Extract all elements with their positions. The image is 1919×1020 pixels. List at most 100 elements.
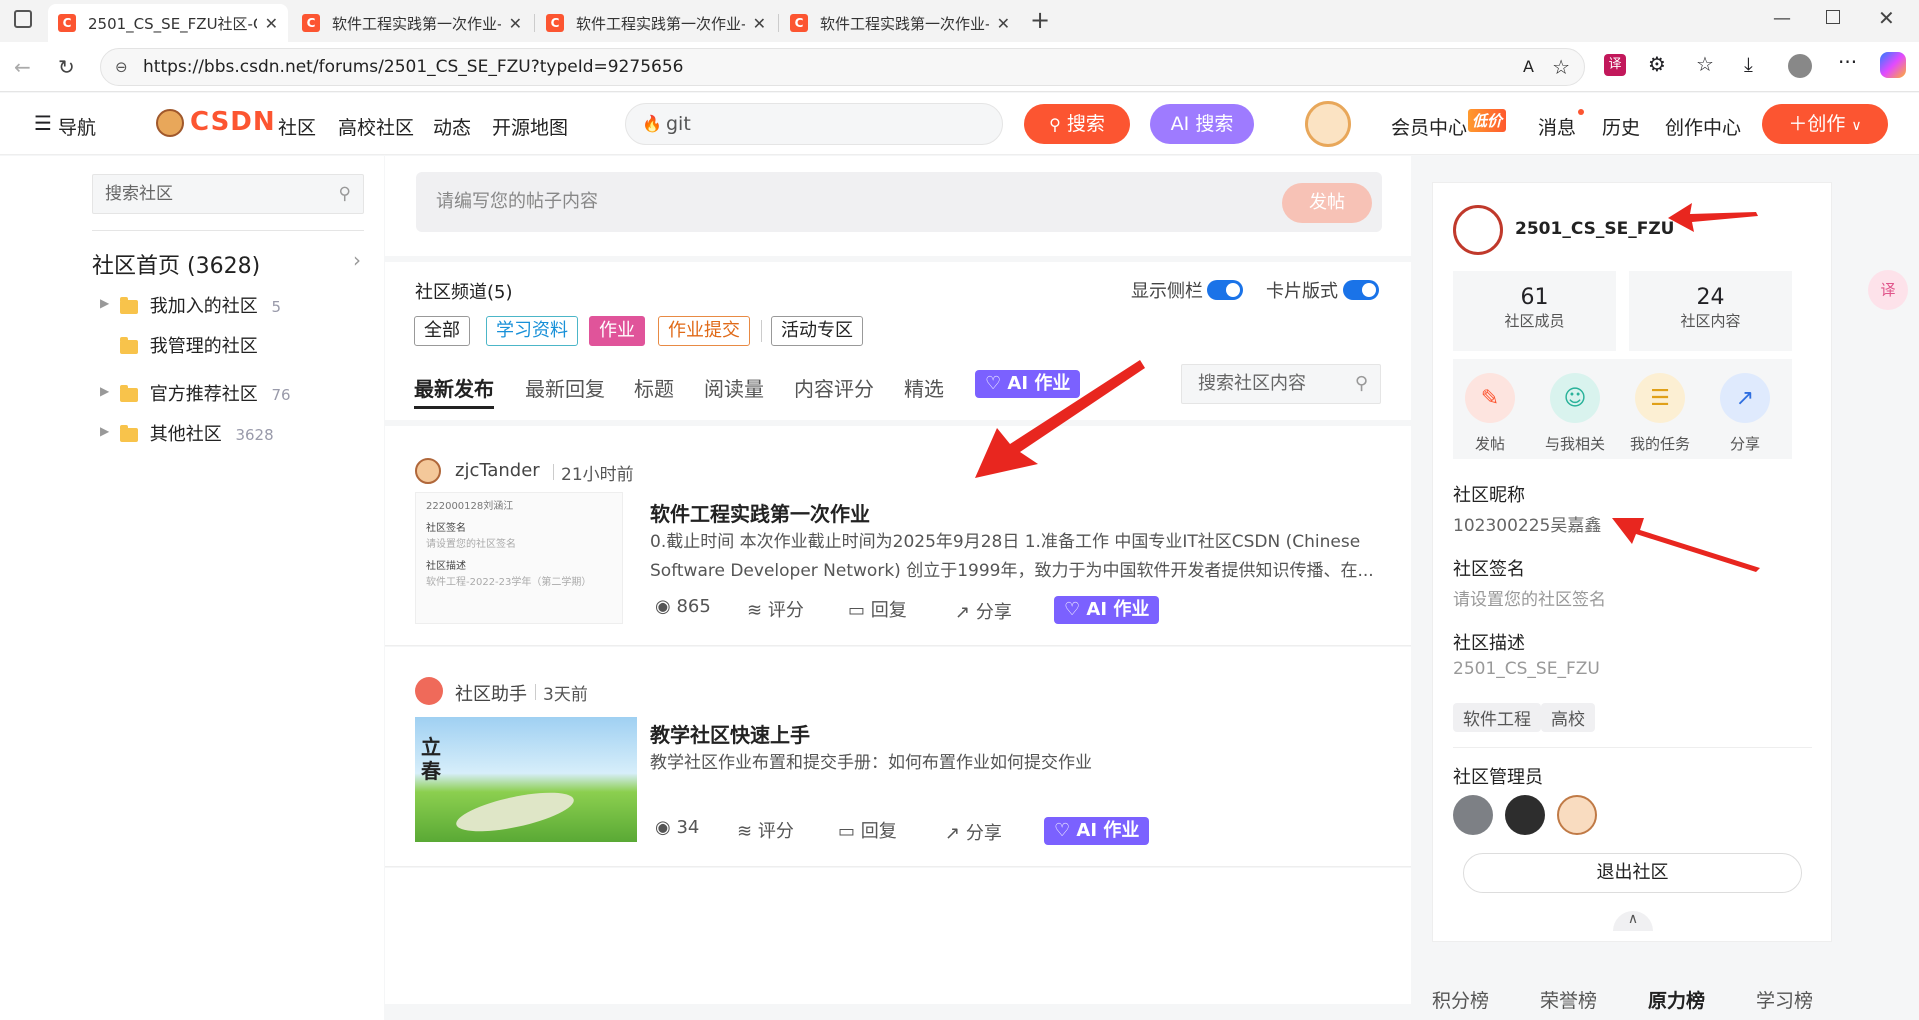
card-view-toggle[interactable]	[1343, 280, 1379, 300]
messages-link[interactable]: 消息	[1538, 113, 1576, 140]
close-tab-icon[interactable]: ✕	[753, 14, 766, 33]
admin-avatar[interactable]	[1453, 795, 1493, 835]
share-button[interactable]: ↗ 分享	[955, 598, 1012, 624]
create-button[interactable]: ＋创作 ∨	[1762, 104, 1888, 144]
post-title[interactable]: 教学社区快速上手	[650, 719, 810, 748]
tab-points-rank[interactable]: 积分榜	[1432, 986, 1489, 1013]
expand-arrow-icon[interactable]: ▶	[100, 384, 109, 398]
chevron-right-icon[interactable]: ›	[353, 248, 361, 272]
channel-tag-activity[interactable]: 活动专区	[771, 316, 863, 346]
profile-icon[interactable]	[1788, 54, 1812, 78]
rate-button[interactable]: ≋ 评分	[747, 596, 804, 622]
nav-link-dynamic[interactable]: 动态	[433, 113, 471, 140]
floating-translate-icon[interactable]: 译	[1868, 270, 1908, 310]
favorites-icon[interactable]: ☆	[1696, 52, 1714, 76]
more-menu-icon[interactable]: ···	[1838, 50, 1857, 74]
community-search-input[interactable]: 搜索社区 ⚲	[92, 174, 364, 214]
post-action-label[interactable]: 发帖	[1445, 433, 1535, 454]
nav-label[interactable]: 导航	[58, 113, 96, 140]
author-avatar[interactable]	[415, 458, 441, 484]
nav-link-community[interactable]: 社区	[278, 113, 316, 140]
post-title[interactable]: 软件工程实践第一次作业	[650, 498, 870, 527]
ai-homework-button[interactable]: ♡ AI 作业	[1044, 817, 1150, 845]
post-thumbnail[interactable]: 222000128刘涵江 社区签名 请设置您的社区签名 社区描述 软件工程-20…	[415, 492, 623, 624]
sort-tab-title[interactable]: 标题	[634, 373, 674, 402]
sort-tab-rating[interactable]: 内容评分	[794, 373, 874, 402]
share-button[interactable]: ↗ 分享	[945, 819, 1002, 845]
url-field[interactable]: ⊖ https://bbs.csdn.net/forums/2501_CS_SE…	[100, 48, 1585, 86]
post-content-input[interactable]: 请编写您的帖子内容	[416, 172, 1382, 232]
browser-tab-1[interactable]: C 2501_CS_SE_FZU社区-CSDN社区云 ✕	[48, 4, 288, 42]
csdn-logo[interactable]: CSDN	[190, 107, 276, 137]
post-thumbnail[interactable]: 立春	[415, 717, 637, 842]
extensions-icon[interactable]: ⚙	[1648, 52, 1666, 76]
author-avatar[interactable]	[415, 677, 443, 705]
tasks-action-icon[interactable]: ☰	[1635, 373, 1685, 423]
nav-link-opensource-map[interactable]: 开源地图	[492, 113, 568, 140]
tasks-action-label[interactable]: 我的任务	[1615, 433, 1705, 454]
community-avatar[interactable]	[1453, 205, 1503, 255]
favorite-star-icon[interactable]: ☆	[1552, 49, 1570, 85]
reply-button[interactable]: ▭ 回复	[838, 817, 897, 843]
creator-center-link[interactable]: 创作中心	[1665, 113, 1741, 140]
search-button[interactable]: ⚲ 搜索	[1024, 104, 1130, 144]
user-avatar[interactable]	[1305, 101, 1351, 147]
close-tab-icon[interactable]: ✕	[265, 14, 278, 33]
community-tag-se[interactable]: 软件工程	[1453, 703, 1541, 732]
close-tab-icon[interactable]: ✕	[997, 14, 1010, 33]
related-action-label[interactable]: 与我相关	[1530, 433, 1620, 454]
copilot-icon[interactable]	[1880, 52, 1906, 78]
browser-tab-2[interactable]: C 软件工程实践第一次作业-CSDN社区 ✕	[292, 4, 532, 42]
sidebar-item-managed[interactable]: 我管理的社区	[120, 332, 258, 358]
collapse-chevron-icon[interactable]: ∧	[1613, 911, 1653, 931]
sort-tab-reads[interactable]: 阅读量	[704, 373, 764, 402]
sidebar-item-official[interactable]: 官方推荐社区 76	[120, 380, 291, 406]
sidebar-item-joined[interactable]: 我加入的社区 5	[120, 292, 281, 318]
tab-study-rank[interactable]: 学习榜	[1756, 986, 1813, 1013]
back-icon[interactable]: ←	[14, 55, 31, 79]
new-tab-icon[interactable]: +	[1030, 6, 1050, 34]
member-center-link[interactable]: 会员中心	[1391, 113, 1467, 140]
sidebar-item-other[interactable]: 其他社区 3628	[120, 420, 274, 446]
post-author[interactable]: zjcTander	[455, 460, 540, 481]
members-stat[interactable]: 61 社区成员	[1453, 271, 1616, 351]
close-window-icon[interactable]: ✕	[1878, 6, 1895, 30]
site-info-icon[interactable]: ⊖	[115, 49, 128, 85]
post-card-2[interactable]: 社区助手 3天前 立春 教学社区快速上手 教学社区作业布置和提交手册：如何布置作…	[385, 647, 1411, 867]
share-action-label[interactable]: 分享	[1700, 433, 1790, 454]
browser-tab-3[interactable]: C 软件工程实践第一次作业-CSDN社区 ✕	[536, 4, 776, 42]
content-stat[interactable]: 24 社区内容	[1629, 271, 1792, 351]
csdn-monkey-logo-icon[interactable]	[156, 109, 184, 137]
maximize-icon[interactable]	[1826, 10, 1840, 24]
browser-tab-4[interactable]: C 软件工程实践第一次作业-CSDN社区 ✕	[780, 4, 1020, 42]
tab-actions-icon[interactable]	[14, 10, 32, 28]
nav-link-university[interactable]: 高校社区	[338, 113, 414, 140]
community-tag-university[interactable]: 高校	[1541, 703, 1595, 732]
site-search-input[interactable]: 🔥 git	[625, 103, 1003, 145]
search-content-input[interactable]: 搜索社区内容 ⚲	[1181, 364, 1381, 404]
ai-search-button[interactable]: AI 搜索	[1150, 104, 1254, 144]
sort-tab-latest[interactable]: 最新发布	[414, 373, 494, 402]
admin-avatar[interactable]	[1505, 795, 1545, 835]
share-action-icon[interactable]: ↗	[1720, 373, 1770, 423]
channel-tag-study[interactable]: 学习资料	[486, 316, 578, 346]
refresh-icon[interactable]: ↻	[58, 55, 75, 79]
close-tab-icon[interactable]: ✕	[509, 14, 522, 33]
ai-homework-button[interactable]: ♡ AI 作业	[1054, 596, 1160, 624]
tab-honor-rank[interactable]: 荣誉榜	[1540, 986, 1597, 1013]
post-author[interactable]: 社区助手	[455, 680, 527, 706]
downloads-icon[interactable]: ⤓	[1744, 52, 1753, 76]
read-aloud-icon[interactable]: A	[1523, 49, 1534, 85]
channel-tag-submit[interactable]: 作业提交	[658, 316, 750, 346]
reply-button[interactable]: ▭ 回复	[848, 596, 907, 622]
expand-arrow-icon[interactable]: ▶	[100, 296, 109, 310]
channel-tag-homework[interactable]: 作业	[589, 316, 645, 346]
leave-community-button[interactable]: 退出社区	[1463, 853, 1802, 893]
post-card-1[interactable]: zjcTander 21小时前 222000128刘涵江 社区签名 请设置您的社…	[385, 426, 1411, 646]
minimize-icon[interactable]: —	[1773, 8, 1791, 29]
channel-tag-all[interactable]: 全部	[414, 316, 470, 346]
translate-extension-icon[interactable]: 译	[1604, 54, 1626, 76]
related-action-icon[interactable]: ☺	[1550, 373, 1600, 423]
sort-tab-reply[interactable]: 最新回复	[525, 373, 605, 402]
signature-value[interactable]: 请设置您的社区签名	[1453, 585, 1606, 610]
